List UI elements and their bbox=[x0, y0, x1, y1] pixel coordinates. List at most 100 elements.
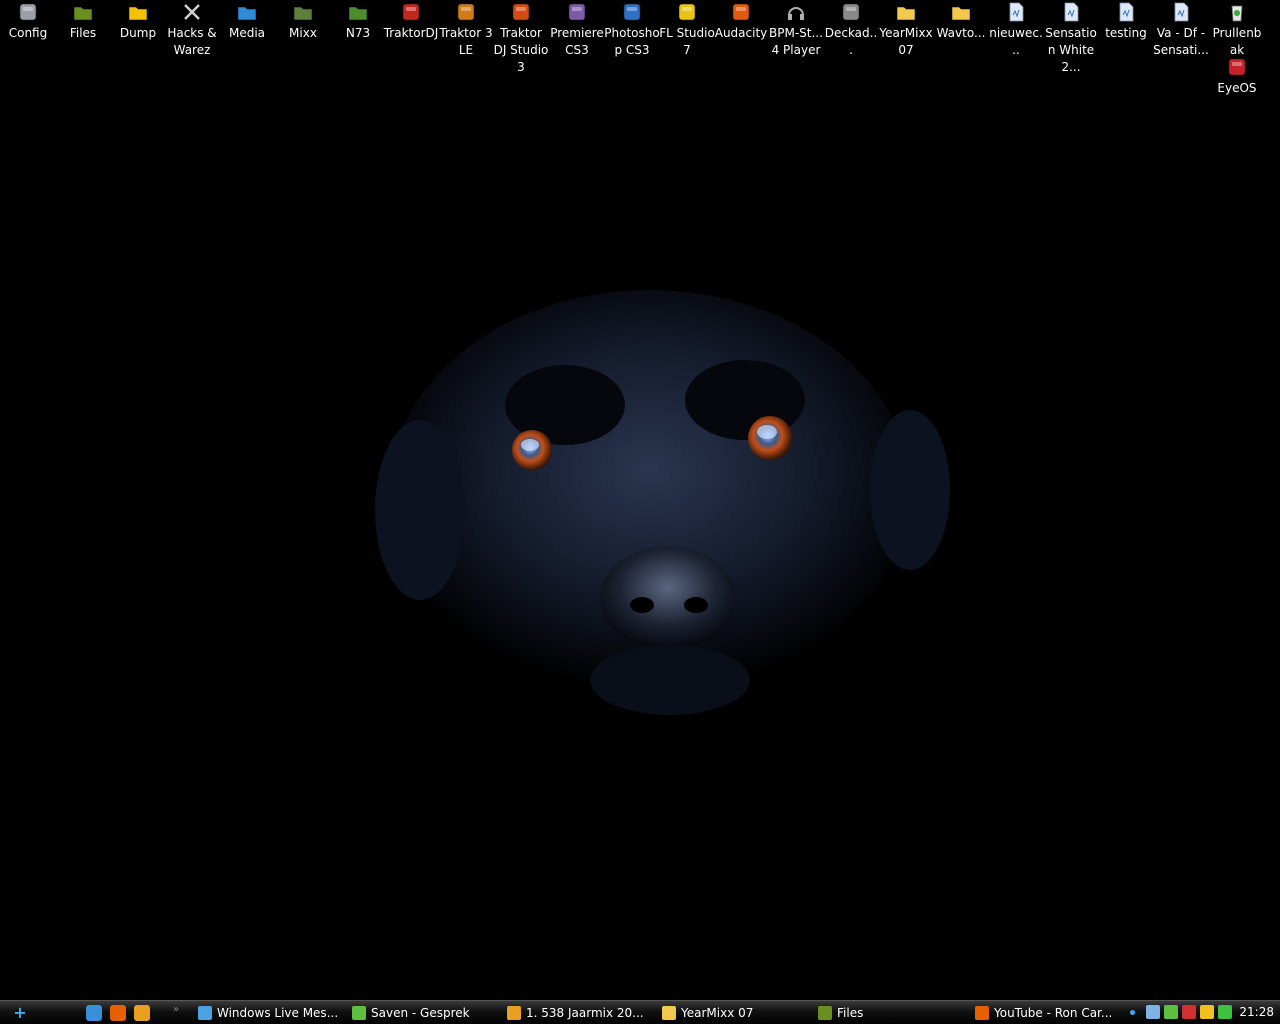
desktop-icon[interactable]: EyeOS bbox=[1209, 55, 1265, 97]
desktop-icon[interactable]: Premiere CS3 bbox=[549, 0, 605, 59]
desktop-icon-label: Traktor DJ Studio 3 bbox=[493, 26, 549, 74]
fl-studio-icon bbox=[677, 2, 697, 22]
media-folder-icon bbox=[237, 2, 257, 22]
taskbar-button[interactable]: YearMixx 07 bbox=[662, 1003, 812, 1023]
desktop-icon[interactable]: nieuwec... bbox=[988, 0, 1044, 59]
folder-download-icon bbox=[73, 2, 93, 22]
desktop-icon-label: nieuwec... bbox=[989, 26, 1043, 57]
folder-download-icon bbox=[818, 1006, 832, 1020]
desktop-icon[interactable]: Files bbox=[55, 0, 111, 42]
taskbar-button[interactable]: YouTube - Ron Car... bbox=[975, 1003, 1125, 1023]
desktop-icon[interactable]: Config bbox=[0, 0, 56, 42]
premiere-icon bbox=[567, 2, 587, 22]
audio-file-icon bbox=[1061, 2, 1081, 22]
desktop-icon-label: Mixx bbox=[289, 26, 317, 40]
network-icon[interactable] bbox=[1146, 1005, 1160, 1019]
config-icon bbox=[18, 2, 38, 22]
quick-launch-overflow-button[interactable]: » bbox=[173, 1004, 179, 1015]
taskbar-button-label: YouTube - Ron Car... bbox=[994, 1006, 1113, 1020]
taskbar-button[interactable]: Saven - Gesprek bbox=[352, 1003, 502, 1023]
desktop-icon-label: Config bbox=[8, 26, 48, 40]
desktop-icon-label: Premiere CS3 bbox=[550, 26, 604, 57]
recycle-bin-icon bbox=[1227, 2, 1247, 22]
desktop-icon-label: Deckad... bbox=[824, 26, 878, 57]
desktop-icon[interactable]: Wavto... bbox=[933, 0, 989, 42]
desktop-icon[interactable]: N73 bbox=[330, 0, 386, 42]
tools-icon bbox=[182, 2, 202, 22]
taskbar: + » Windows Live Mes... Saven - Gesprek 1.… bbox=[0, 1000, 1280, 1024]
desktop-icon[interactable]: Sensation White 2... bbox=[1043, 0, 1099, 76]
desktop-icon-label: Audacity bbox=[714, 26, 768, 40]
messenger-icon bbox=[198, 1006, 212, 1020]
desktop-icon[interactable]: BPM-St... 4 Player bbox=[768, 0, 824, 59]
desktop-icon[interactable]: Va - Df - Sensati... bbox=[1153, 0, 1209, 59]
taskbar-button-label: YearMixx 07 bbox=[681, 1006, 754, 1020]
tray-app-icon[interactable] bbox=[1200, 1005, 1214, 1019]
taskbar-button[interactable]: 1. 538 Jaarmix 20... bbox=[507, 1003, 657, 1023]
tray-dot-icon[interactable] bbox=[1130, 1010, 1135, 1015]
folder-icon bbox=[896, 2, 916, 22]
desktop-icon-label: YearMixx 07 bbox=[879, 26, 933, 57]
traktor-studio-icon bbox=[511, 2, 531, 22]
desktop-icon-label: Traktor 3 LE bbox=[439, 26, 493, 57]
desktop-icon[interactable]: Hacks & Warez bbox=[164, 0, 220, 59]
desktop-icon[interactable]: Mixx bbox=[275, 0, 331, 42]
clock[interactable]: 21:28 bbox=[1239, 1005, 1274, 1019]
firefox-icon[interactable] bbox=[110, 1005, 126, 1021]
taskbar-button[interactable]: Files bbox=[818, 1003, 968, 1023]
taskbar-button-label: Saven - Gesprek bbox=[371, 1006, 470, 1020]
desktop-icon[interactable]: YearMixx 07 bbox=[878, 0, 934, 59]
eyeos-icon bbox=[1227, 57, 1247, 77]
desktop-icon[interactable]: Deckad... bbox=[823, 0, 879, 59]
desktop[interactable]: Config Files Dump Hacks & Warez Media Mixx N73… bbox=[0, 0, 1280, 1000]
desktop-icon[interactable]: Audacity bbox=[713, 0, 769, 42]
desktop-icon[interactable]: TraktorDJ bbox=[383, 0, 439, 42]
audio-file-icon bbox=[1171, 2, 1191, 22]
desktop-icon[interactable]: FL Studio 7 bbox=[659, 0, 715, 59]
headphones-icon bbox=[786, 2, 806, 22]
desktop-icon[interactable]: Traktor 3 LE bbox=[438, 0, 494, 59]
desktop-icon-label: Hacks & Warez bbox=[167, 26, 217, 57]
firefox-icon bbox=[975, 1006, 989, 1020]
desktop-icon-label: Va - Df - Sensati... bbox=[1153, 26, 1209, 57]
desktop-icon-label: FL Studio 7 bbox=[659, 26, 715, 57]
messenger-chat-icon bbox=[352, 1006, 366, 1020]
desktop-icon-label: Photoshop CS3 bbox=[604, 26, 660, 57]
volume-meter-icon[interactable] bbox=[1218, 1005, 1232, 1019]
start-button[interactable]: + bbox=[10, 1004, 30, 1022]
folder-star-icon bbox=[128, 2, 148, 22]
traktor-icon bbox=[401, 2, 421, 22]
taskbar-button-label: 1. 538 Jaarmix 20... bbox=[526, 1006, 644, 1020]
desktop-icon[interactable]: testing bbox=[1098, 0, 1154, 42]
desktop-icon[interactable]: Dump bbox=[110, 0, 166, 42]
desktop-icon-label: Dump bbox=[119, 26, 157, 40]
desktop-icon[interactable]: Prullenbak bbox=[1209, 0, 1265, 59]
desktop-icon-label: testing bbox=[1105, 26, 1147, 40]
desktop-icon-label: N73 bbox=[345, 26, 371, 40]
taskbar-button[interactable]: Windows Live Mes... bbox=[198, 1003, 346, 1023]
photoshop-icon bbox=[622, 2, 642, 22]
desktop-icon-label: Sensation White 2... bbox=[1045, 26, 1097, 74]
desktop-icon[interactable]: Photoshop CS3 bbox=[604, 0, 660, 59]
messenger-tray-icon[interactable] bbox=[1164, 1005, 1178, 1019]
desktop-icon-label: EyeOS bbox=[1217, 81, 1257, 95]
audacity-icon bbox=[731, 2, 751, 22]
desktop-icon[interactable]: Traktor DJ Studio 3 bbox=[493, 0, 549, 76]
traktor-le-icon bbox=[456, 2, 476, 22]
audio-file-icon bbox=[1006, 2, 1026, 22]
taskbar-button-label: Files bbox=[837, 1006, 864, 1020]
desktop-icon-label: Prullenbak bbox=[1212, 26, 1262, 57]
wallpaper-dog bbox=[375, 290, 950, 715]
desktop-icon-label: TraktorDJ bbox=[383, 26, 439, 40]
music-folder-icon bbox=[293, 2, 313, 22]
ie-icon[interactable] bbox=[86, 1005, 102, 1021]
folder-icon bbox=[951, 2, 971, 22]
security-alert-icon[interactable] bbox=[1182, 1005, 1196, 1019]
deckadance-icon bbox=[841, 2, 861, 22]
winamp-icon[interactable] bbox=[134, 1005, 150, 1021]
desktop-icon-label: BPM-St... 4 Player bbox=[769, 26, 823, 57]
desktop-icon-label: Files bbox=[69, 26, 97, 40]
audio-file-icon bbox=[1116, 2, 1136, 22]
desktop-icon[interactable]: Media bbox=[219, 0, 275, 42]
phone-folder-icon bbox=[348, 2, 368, 22]
